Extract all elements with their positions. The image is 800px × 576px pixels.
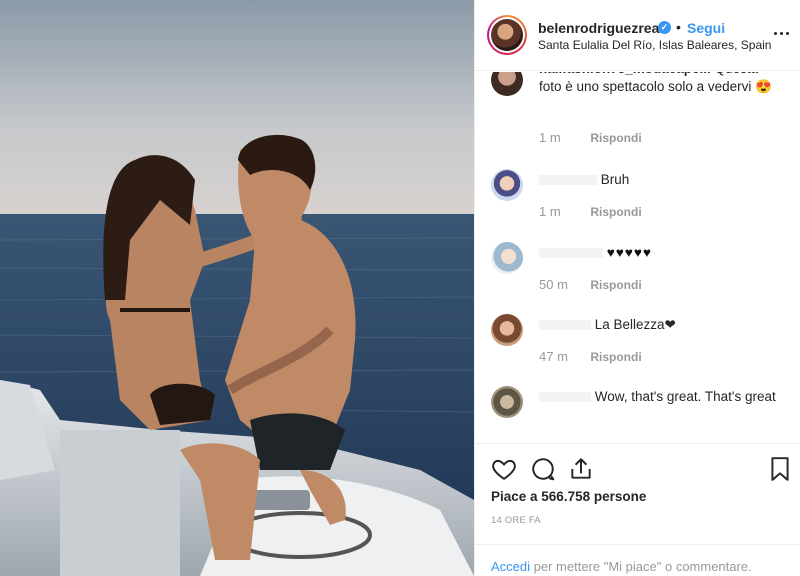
share-icon[interactable] (568, 456, 594, 482)
login-prompt-text: per mettere "Mi piace" o commentare. (530, 559, 752, 574)
post-photo[interactable] (0, 0, 474, 576)
comment-text: La Bellezza❤ (594, 317, 676, 332)
redacted-username (539, 320, 591, 331)
bookmark-icon[interactable] (767, 456, 793, 482)
follow-button[interactable]: Segui (687, 20, 725, 36)
redacted-username (539, 175, 597, 186)
commenter-avatar[interactable] (491, 169, 523, 201)
heart-icon[interactable] (491, 456, 517, 482)
comment-text: Bruh (600, 172, 630, 187)
commenter-avatar[interactable] (491, 314, 523, 346)
comment-icon[interactable] (530, 456, 556, 482)
login-link[interactable]: Accedi (491, 559, 530, 574)
header-separator: • (676, 19, 681, 35)
more-options-icon[interactable] (772, 26, 790, 44)
commenter-avatar[interactable] (491, 386, 523, 418)
redacted-username (539, 248, 603, 259)
comment-username[interactable]: haiifashion75_modacapelli (539, 72, 711, 76)
comment-time[interactable]: 47 m (539, 349, 587, 364)
post-actions-bar (475, 444, 800, 494)
comment-time[interactable]: 1 m (539, 130, 587, 145)
likes-count[interactable]: Piace a 566.758 persone (491, 489, 646, 504)
post-side-panel: belenrodriguezreal ✓ • Segui Santa Eulal… (474, 0, 800, 576)
comment-time[interactable]: 50 m (539, 277, 587, 292)
commenter-avatar[interactable] (491, 242, 523, 274)
location-link[interactable]: Santa Eulalia Del Río, Islas Baleares, S… (538, 38, 771, 52)
post-time[interactable]: 14 ORE FA (491, 515, 541, 526)
reply-button[interactable]: Rispondi (590, 350, 641, 364)
comment-time[interactable]: 1 m (539, 204, 587, 219)
couple-on-boat-photo (0, 0, 474, 576)
comments-list[interactable]: haiifashion75_modacapelli Questa foto è … (475, 72, 800, 444)
reply-button[interactable]: Rispondi (590, 131, 641, 145)
verified-badge-icon: ✓ (658, 21, 671, 34)
username-link[interactable]: belenrodriguezreal (538, 20, 663, 36)
comment-text: Wow, that's great. That's great (594, 389, 776, 404)
commenter-avatar[interactable] (491, 72, 523, 96)
profile-avatar[interactable] (487, 15, 527, 55)
post-header: belenrodriguezreal ✓ • Segui Santa Eulal… (475, 0, 800, 71)
redacted-username (539, 392, 591, 403)
reply-button[interactable]: Rispondi (590, 278, 641, 292)
reply-button[interactable]: Rispondi (590, 205, 641, 219)
login-footer: Accedi per mettere "Mi piace" o commenta… (475, 544, 800, 576)
comment-text: ♥♥♥♥♥ (606, 245, 652, 260)
